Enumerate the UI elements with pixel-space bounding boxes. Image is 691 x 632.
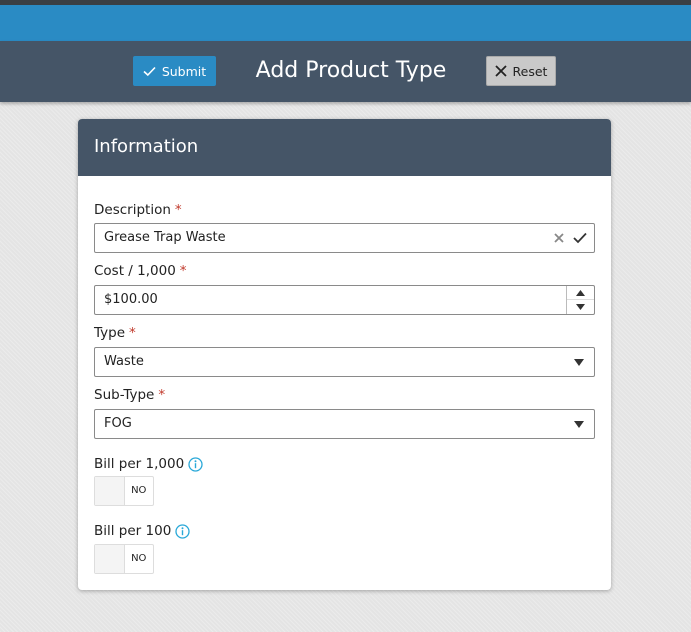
cost-value: $100.00 (104, 292, 158, 307)
required-mark: * (129, 325, 136, 341)
stepper-up-button[interactable] (567, 286, 594, 300)
toggle-knob (95, 477, 125, 505)
description-label-text: Description (94, 202, 171, 218)
check-icon (573, 232, 587, 244)
cost-label-text: Cost / 1,000 (94, 263, 176, 279)
x-icon (494, 65, 507, 77)
type-select[interactable]: Waste (94, 347, 595, 377)
page-header: Submit Add Product Type Reset (0, 41, 691, 102)
subtype-value: FOG (104, 416, 132, 431)
info-icon[interactable] (175, 523, 190, 539)
clear-icon[interactable] (552, 231, 566, 245)
subtype-select[interactable]: FOG (94, 409, 595, 439)
caret-down-icon (574, 359, 584, 366)
page-title: Add Product Type (255, 58, 447, 83)
submit-button[interactable]: Submit (133, 56, 216, 86)
cost-stepper[interactable] (566, 286, 594, 314)
bill-per-1000-toggle[interactable]: NO (94, 476, 154, 506)
app-top-bar (0, 5, 691, 41)
check-icon (143, 66, 156, 76)
type-label: Type * (94, 325, 136, 341)
stepper-down-button[interactable] (567, 300, 594, 314)
type-value: Waste (104, 354, 144, 369)
reset-button[interactable]: Reset (486, 56, 556, 86)
bill-per-100-label: Bill per 100 (94, 523, 190, 539)
description-input[interactable]: Grease Trap Waste (94, 223, 595, 253)
required-mark: * (174, 202, 182, 218)
cost-input[interactable]: $100.00 (94, 285, 595, 315)
caret-up-icon (576, 289, 585, 296)
bill-per-100-toggle[interactable]: NO (94, 544, 154, 574)
caret-down-icon (574, 421, 584, 428)
bill-per-1000-label: Bill per 1,000 (94, 456, 203, 472)
reset-label: Reset (512, 63, 548, 79)
required-mark: * (179, 263, 187, 279)
toggle-state: NO (131, 485, 147, 496)
bill-per-1000-label-text: Bill per 1,000 (94, 456, 185, 472)
subtype-label: Sub-Type * (94, 387, 165, 403)
information-card: Information Description * Grease Trap Wa… (78, 119, 611, 590)
type-label-text: Type (94, 325, 126, 341)
toggle-state: NO (131, 553, 147, 564)
bill-per-100-label-text: Bill per 100 (94, 523, 172, 539)
toggle-knob (95, 545, 125, 573)
subtype-label-text: Sub-Type (94, 387, 155, 403)
info-icon[interactable] (188, 456, 203, 472)
required-mark: * (158, 387, 166, 403)
description-value: Grease Trap Waste (104, 230, 226, 245)
description-label: Description * (94, 202, 182, 218)
card-title: Information (78, 119, 611, 176)
cost-label: Cost / 1,000 * (94, 263, 187, 279)
submit-label: Submit (161, 63, 207, 79)
caret-down-icon (576, 304, 585, 310)
